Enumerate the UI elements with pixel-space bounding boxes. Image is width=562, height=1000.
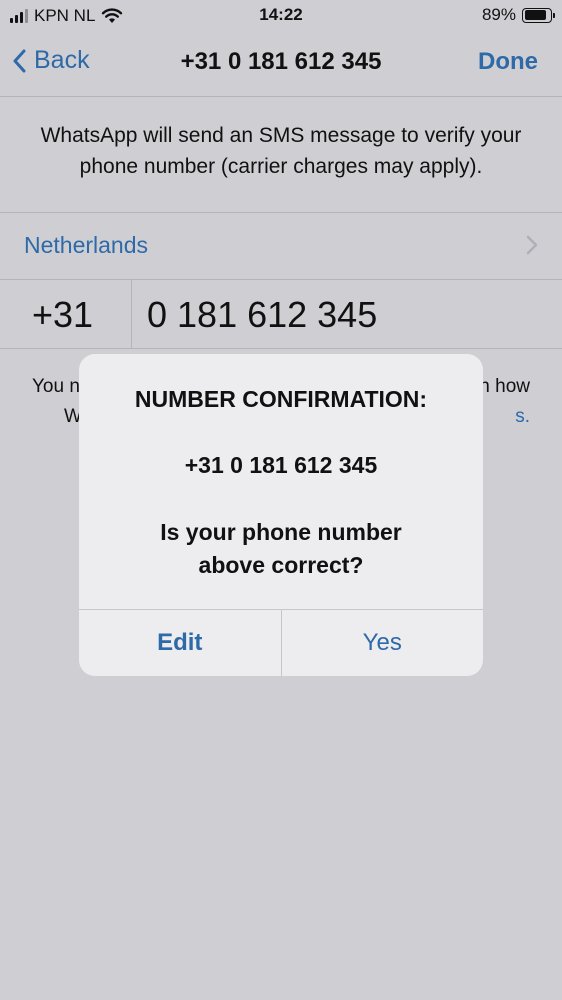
dialog-buttons: Edit Yes	[79, 609, 483, 676]
navigation-bar: Back +31 0 181 612 345 Done	[0, 32, 562, 97]
edit-button[interactable]: Edit	[79, 610, 282, 676]
country-code-field[interactable]: +31	[32, 294, 93, 336]
dialog-question: Is your phone number above correct?	[119, 516, 443, 582]
dialog-question-line2: above correct?	[198, 552, 364, 578]
country-selector[interactable]: Netherlands	[0, 212, 562, 279]
phone-input-row: +31 0 181 612 345	[0, 279, 562, 349]
status-right: 89%	[481, 5, 555, 25]
phone-number-field[interactable]: 0 181 612 345	[147, 294, 377, 336]
battery-icon	[522, 7, 555, 23]
sms-info-text: WhatsApp will send an SMS message to ver…	[40, 124, 522, 178]
dialog-title: NUMBER CONFIRMATION:	[134, 386, 428, 412]
country-name: Netherlands	[24, 232, 149, 258]
fine-print-right-1: n how	[479, 376, 530, 397]
yes-button[interactable]: Yes	[282, 610, 484, 676]
fine-print-left-1: You n	[32, 376, 80, 397]
fine-print-link[interactable]: s.	[515, 406, 530, 428]
status-time: 14:22	[259, 5, 303, 24]
battery-percent: 89%	[481, 5, 516, 24]
chevron-right-icon	[526, 235, 538, 255]
done-button[interactable]: Done	[478, 48, 538, 76]
field-divider	[131, 280, 132, 348]
dialog-phone-number: +31 0 181 612 345	[184, 452, 378, 478]
confirmation-dialog: NUMBER CONFIRMATION: +31 0 181 612 345 I…	[79, 354, 483, 676]
status-bar: KPN NL 14:22 89%	[0, 0, 562, 32]
dialog-question-line1: Is your phone number	[160, 519, 402, 545]
